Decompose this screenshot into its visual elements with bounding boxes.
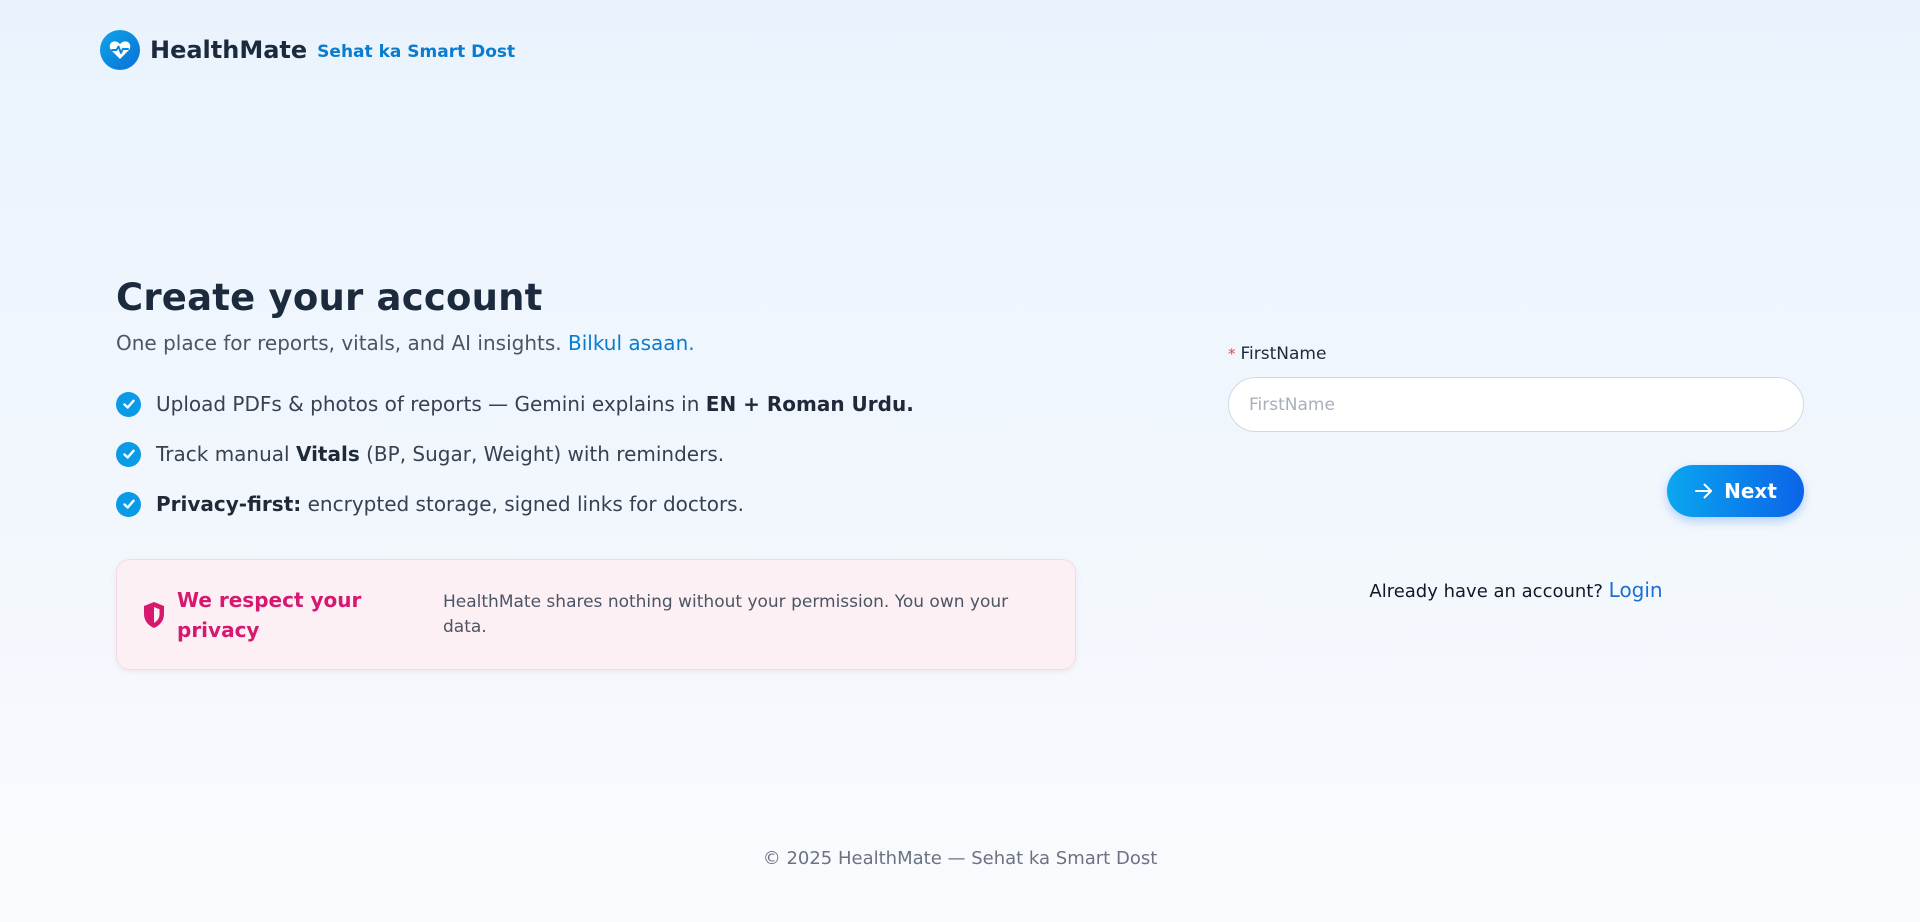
required-mark: * (1228, 345, 1236, 363)
intro-section: Create your account One place for report… (116, 276, 1076, 529)
privacy-title: We respect your privacy (177, 587, 362, 642)
check-circle-icon (116, 391, 141, 417)
feature-text: Upload PDFs & photos of reports — Gemini… (156, 392, 914, 416)
heart-pulse-icon[interactable] (100, 30, 140, 70)
first-name-label: * FirstName (1228, 344, 1804, 364)
brand-tagline: Sehat ka Smart Dost (317, 42, 516, 62)
subtitle-accent: Bilkul asaan. (567, 331, 695, 355)
footer-text: © 2025 HealthMate — Sehat ka Smart Dost (762, 848, 1158, 869)
page-subtitle: One place for reports, vitals, and AI in… (116, 331, 1076, 355)
privacy-text: HealthMate shares nothing without your p… (443, 591, 1009, 637)
feature-item: Privacy-first: encrypted storage, signed… (116, 479, 1076, 529)
login-prompt-text: Already have an account? (1369, 581, 1603, 602)
arrow-right-icon (1695, 483, 1713, 499)
first-name-label-text: FirstName (1240, 344, 1327, 364)
next-button[interactable]: Next (1667, 465, 1804, 517)
brand-name[interactable]: HealthMate (150, 36, 307, 64)
feature-text: Privacy-first: encrypted storage, signed… (156, 492, 744, 516)
signup-form: * FirstName Next Already have an account… (1228, 344, 1804, 602)
feature-item: Upload PDFs & photos of reports — Gemini… (116, 379, 1076, 429)
check-circle-icon (116, 491, 141, 517)
subtitle-text: One place for reports, vitals, and AI in… (116, 331, 562, 355)
check-circle-icon (116, 441, 141, 467)
login-link[interactable]: Login (1609, 578, 1663, 602)
app-header: HealthMate Sehat ka Smart Dost (100, 30, 515, 70)
first-name-input[interactable] (1228, 377, 1804, 432)
shield-icon (144, 601, 164, 628)
login-prompt: Already have an account? Login (1228, 578, 1804, 602)
feature-text: Track manual Vitals (BP, Sugar, Weight) … (156, 442, 725, 466)
next-button-label: Next (1724, 479, 1777, 503)
page-title: Create your account (116, 276, 543, 319)
feature-list: Upload PDFs & photos of reports — Gemini… (116, 379, 1076, 529)
privacy-card: We respect your privacy HealthMate share… (116, 559, 1076, 670)
feature-item: Track manual Vitals (BP, Sugar, Weight) … (116, 429, 1076, 479)
